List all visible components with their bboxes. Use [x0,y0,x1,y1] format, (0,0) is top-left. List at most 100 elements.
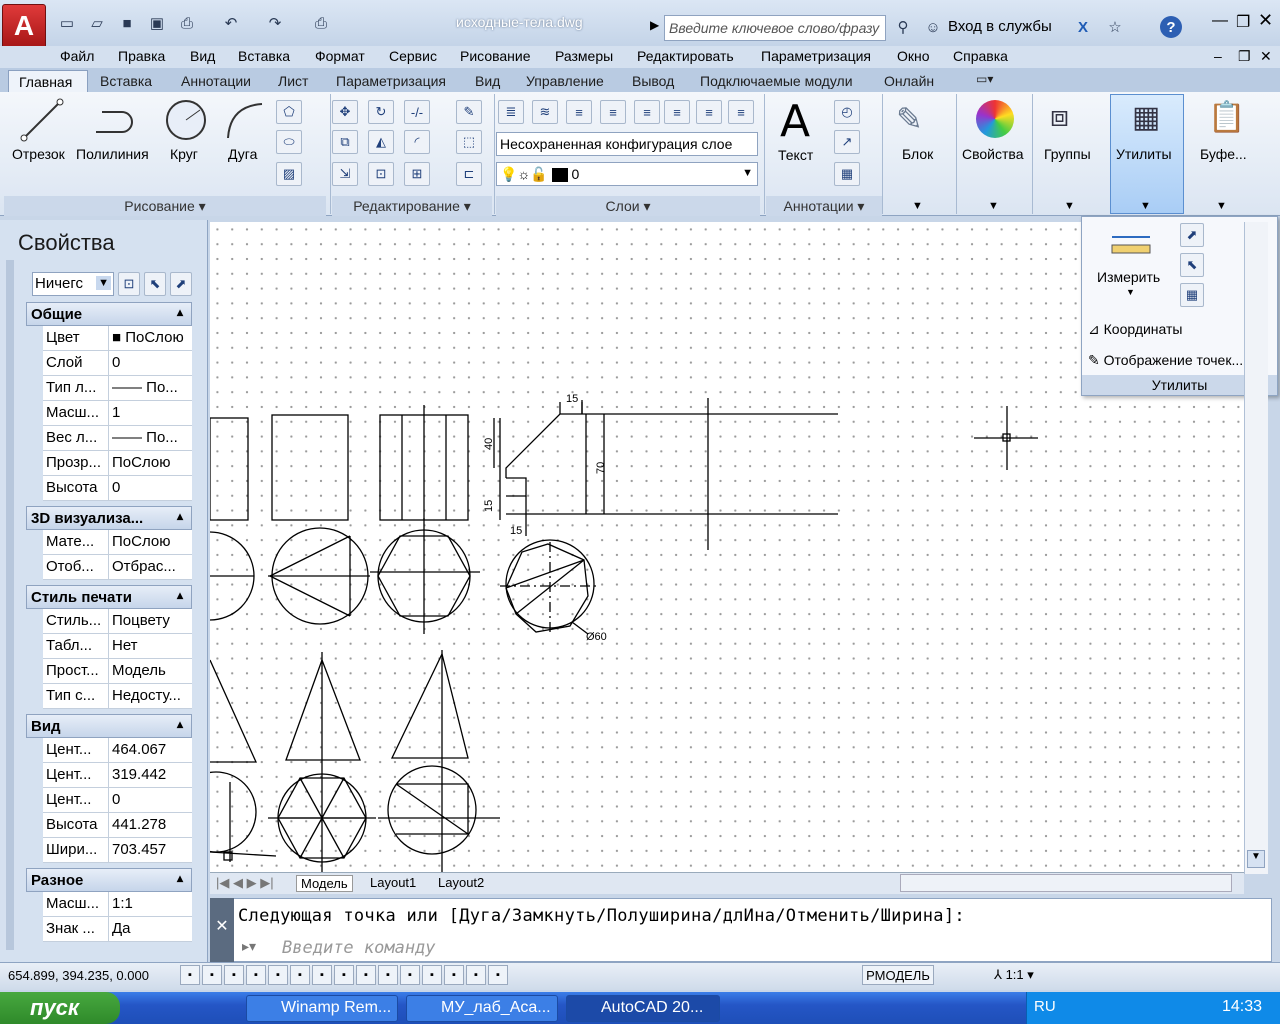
status-ortho-icon[interactable]: ▪ [246,965,266,985]
print-icon[interactable]: ⎙ [310,12,332,34]
property-row[interactable]: Цент... 464.067 [43,738,192,763]
utilities-expand-icon[interactable]: ▼ [1140,200,1151,212]
property-value[interactable]: 441.278 [110,813,192,838]
annotation-panel-title[interactable]: Аннотации ▾ [766,196,882,216]
doc-minimize-icon[interactable]: – [1214,48,1222,64]
coordinates-item[interactable]: ⊿ Координаты [1088,321,1183,338]
tab-manage[interactable]: Управление [526,73,604,89]
quick-select-icon[interactable]: ⬉ [1180,253,1204,277]
status-am-icon[interactable]: ▪ [488,965,508,985]
status-snap-icon[interactable]: ▪ [202,965,222,985]
close-icon[interactable]: ✕ [1258,10,1273,31]
tab-annotate[interactable]: Аннотации [181,73,251,89]
restore-icon[interactable]: ❐ [1236,12,1250,32]
block-button[interactable]: Блок [902,146,933,162]
stretch-icon[interactable]: ⇲ [332,162,358,186]
property-row[interactable]: Цент... 0 [43,788,192,813]
point-display-item[interactable]: ✎ Отображение точек... [1088,352,1243,369]
status-3dosnap-icon[interactable]: ▪ [312,965,332,985]
status-infer-icon[interactable]: ▪ [180,965,200,985]
array-icon[interactable]: ⊞ [404,162,430,186]
property-value[interactable]: 1:1 [110,892,192,917]
menu-parametric[interactable]: Параметризация [761,48,871,64]
scroll-down-icon[interactable]: ▼ [1247,850,1265,868]
polygon-icon[interactable]: ⬠ [276,100,302,124]
circle-button[interactable]: Круг [170,146,198,162]
plot-icon[interactable]: ⎙ [176,12,198,34]
user-icon[interactable]: ☺ [922,16,944,38]
model-space-button[interactable]: РМОДЕЛЬ [862,965,934,985]
property-value[interactable]: ПоСлою [110,451,192,476]
layer-previous-icon[interactable]: ≡ [600,100,626,124]
groups-expand-icon[interactable]: ▼ [1064,200,1075,212]
login-link[interactable]: Вход в службы [948,18,1052,35]
menu-window[interactable]: Окно [897,48,930,64]
tab-layout[interactable]: Лист [278,73,308,89]
tab-layout2[interactable]: Layout2 [438,875,484,890]
clipboard-icon[interactable]: 📋 [1208,100,1245,135]
menu-draw[interactable]: Рисование [460,48,531,64]
draw-panel-title[interactable]: Рисование ▾ [4,196,326,216]
layout-nav-icon[interactable]: |◀ ◀ ▶ ▶| [216,875,274,891]
select-objects-icon[interactable]: ⬉ [144,272,166,296]
property-value[interactable]: 0 [110,351,192,376]
property-value[interactable]: Модель [110,659,192,684]
groups-icon[interactable]: ⧈ [1050,100,1069,134]
property-section[interactable]: Разное ▴ [26,868,192,892]
utilities-button[interactable]: Утилиты [1116,146,1172,162]
status-grid-icon[interactable]: ▪ [224,965,244,985]
collapse-icon[interactable]: ▴ [177,509,183,523]
menu-format[interactable]: Формат [315,48,365,64]
status-otrack-icon[interactable]: ▪ [334,965,354,985]
tab-model[interactable]: Модель [296,875,353,892]
new-icon[interactable]: ▭ [56,12,78,34]
text-icon[interactable]: A [780,96,810,147]
property-row[interactable]: Вес л... —— По... [43,426,192,451]
property-row[interactable]: Знак ... Да [43,917,192,942]
open-icon[interactable]: ▱ [86,12,108,34]
property-row[interactable]: Стиль... Поцвету [43,609,192,634]
status-polar-icon[interactable]: ▪ [268,965,288,985]
layers-panel-title[interactable]: Слои ▾ [496,196,760,216]
modify-panel-title[interactable]: Редактирование ▾ [332,196,492,216]
tab-view[interactable]: Вид [475,73,500,89]
horizontal-scrollbar[interactable] [900,874,1232,892]
line-button[interactable]: Отрезок [12,146,65,162]
arc-button[interactable]: Дуга [228,146,257,162]
property-value[interactable]: 319.442 [110,763,192,788]
table-icon[interactable]: ▦ [834,162,860,186]
property-row[interactable]: Отоб... Отбрас... [43,555,192,580]
task-winamp[interactable]: Winamp Rem... [246,995,398,1022]
calculator-icon[interactable]: ▦ [1132,100,1160,135]
calculator-icon[interactable]: ▦ [1180,283,1204,307]
property-value[interactable]: 0 [110,476,192,501]
property-row[interactable]: Цент... 319.442 [43,763,192,788]
properties-button[interactable]: Свойства [962,146,1023,162]
property-row[interactable]: Тип с... Недосту... [43,684,192,709]
rotate-icon[interactable]: ↻ [368,100,394,124]
explode-icon[interactable]: ⬚ [456,130,482,154]
property-row[interactable]: Масш... 1:1 [43,892,192,917]
block-icon[interactable]: ✎ [896,100,923,138]
layer-properties-icon[interactable]: ≣ [498,100,524,124]
menu-insert[interactable]: Вставка [238,48,290,64]
circle-icon[interactable] [164,98,208,142]
property-value[interactable]: Недосту... [110,684,192,709]
polyline-icon[interactable] [92,102,136,138]
property-value[interactable]: 464.067 [110,738,192,763]
doc-close-icon[interactable]: ✕ [1260,48,1272,65]
tab-plugins[interactable]: Подключаемые модули [700,73,853,89]
language-indicator[interactable]: RU [1034,998,1056,1015]
layer-lock-icon[interactable]: ≡ [728,100,754,124]
menu-edit[interactable]: Правка [118,48,165,64]
property-section[interactable]: 3D визуализа... ▴ [26,506,192,530]
command-close-icon[interactable]: ✕ [210,898,234,962]
measure-icon[interactable] [1110,229,1152,259]
property-value[interactable]: 703.457 [110,838,192,863]
fillet-icon[interactable]: ◜ [404,130,430,154]
status-tpy-icon[interactable]: ▪ [422,965,442,985]
properties-expand-icon[interactable]: ▼ [988,200,999,212]
application-menu-button[interactable]: A [2,4,46,50]
tab-online[interactable]: Онлайн [884,73,934,89]
expand-icon[interactable]: ▶ [650,18,659,32]
